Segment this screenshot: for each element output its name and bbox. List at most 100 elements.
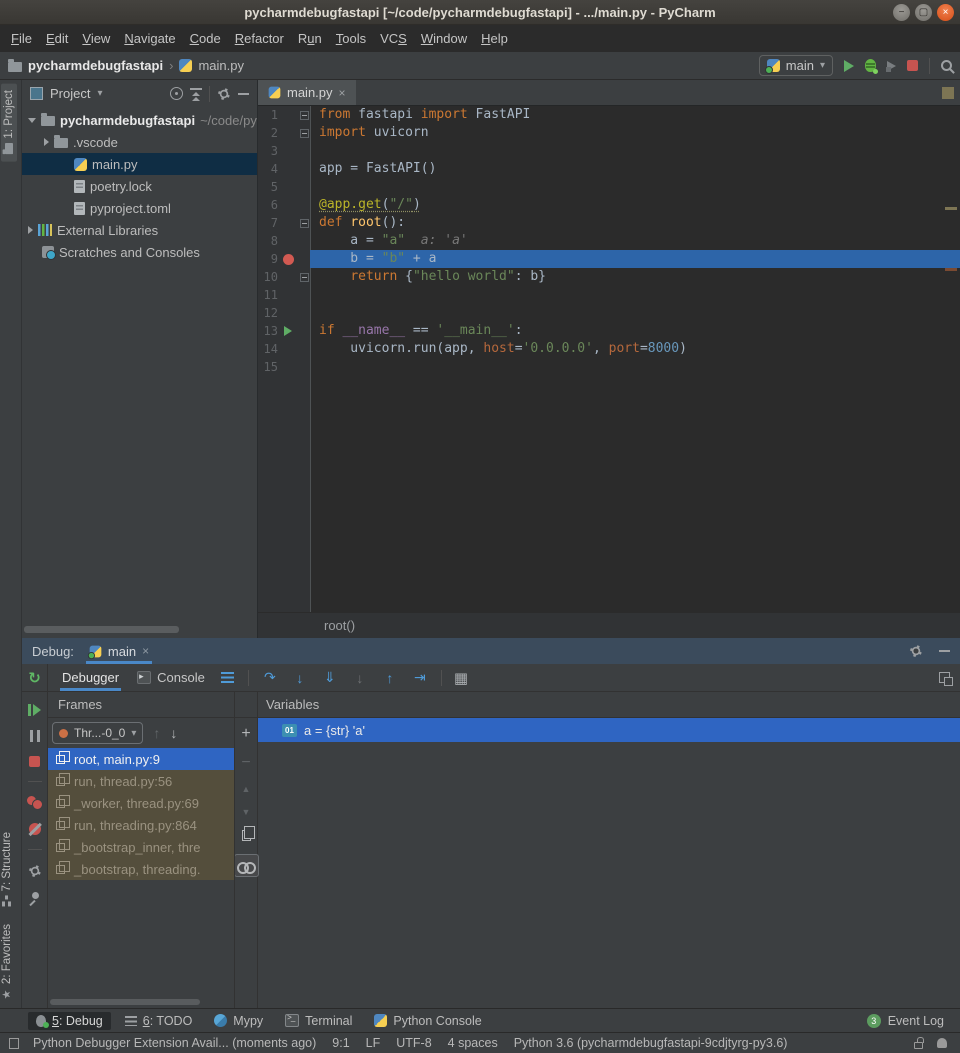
locate-file-icon[interactable]: [170, 87, 183, 100]
chevron-right-icon[interactable]: [44, 138, 49, 146]
line-number[interactable]: 7: [258, 216, 278, 230]
caret-position[interactable]: 9:1: [332, 1036, 349, 1050]
step-into-icon[interactable]: ↓: [291, 670, 309, 686]
chevron-down-icon[interactable]: ▾: [97, 88, 102, 99]
menu-item-view[interactable]: View: [75, 28, 117, 49]
frame-row-root-main-py-9[interactable]: root, main.py:9: [48, 748, 234, 770]
gear-icon[interactable]: [908, 643, 923, 658]
variable-row[interactable]: 01a = {str} 'a': [258, 718, 960, 742]
search-icon[interactable]: [941, 60, 952, 71]
editor-tab-main-py[interactable]: main.py ×: [258, 80, 356, 105]
view-breakpoints-icon[interactable]: [27, 796, 42, 809]
tree-item-pyproject-toml[interactable]: pyproject.toml: [22, 197, 257, 219]
mute-breakpoints-icon[interactable]: [29, 823, 41, 835]
code-line-7[interactable]: 7def root():: [258, 214, 960, 232]
threads-view-icon[interactable]: [221, 672, 234, 675]
menu-item-vcs[interactable]: VCS: [373, 28, 414, 49]
code-line-9[interactable]: 9 b = "b" + a: [258, 250, 960, 268]
run-line-icon[interactable]: [284, 326, 292, 336]
code-line-3[interactable]: 3: [258, 142, 960, 160]
frame-row-worker-thread-py-69[interactable]: _worker, thread.py:69: [48, 792, 234, 814]
code-line-4[interactable]: 4app = FastAPI(): [258, 160, 960, 178]
tab-console[interactable]: Console: [135, 664, 207, 691]
sidebar-item-structure[interactable]: 7: Structure: [1, 832, 13, 905]
thread-selector[interactable]: Thr...-0_0 ▾: [52, 722, 143, 744]
step-out-icon[interactable]: ↑: [381, 670, 399, 686]
project-horizontal-scrollbar[interactable]: [24, 626, 179, 633]
collapse-all-icon[interactable]: [190, 88, 202, 100]
gutter-line-3[interactable]: 3: [258, 142, 310, 160]
lock-icon[interactable]: [914, 1042, 923, 1049]
gutter-line-14[interactable]: 14: [258, 340, 310, 358]
line-number[interactable]: 5: [258, 180, 278, 194]
breadcrumb-project[interactable]: pycharmdebugfastapi: [28, 58, 163, 73]
toolwindow-button-python-console[interactable]: Python Console: [366, 1012, 489, 1030]
menu-item-file[interactable]: File: [4, 28, 39, 49]
resume-program-icon[interactable]: [28, 704, 41, 716]
menu-item-navigate[interactable]: Navigate: [117, 28, 182, 49]
interpreter-indicator[interactable]: Python 3.6 (pycharmdebugfastapi-9cdjtyrg…: [514, 1036, 788, 1050]
code-line-10[interactable]: 10 return {"hello world": b}: [258, 268, 960, 286]
run-to-cursor-icon[interactable]: ⇥: [411, 669, 429, 686]
breakpoint-stripe-mark[interactable]: [945, 268, 957, 271]
fold-icon[interactable]: [300, 129, 309, 138]
menu-item-window[interactable]: Window: [414, 28, 474, 49]
frame-row-run-threading-py-864[interactable]: run, threading.py:864: [48, 814, 234, 836]
menu-item-run[interactable]: Run: [291, 28, 329, 49]
frame-row-run-thread-py-56[interactable]: run, thread.py:56: [48, 770, 234, 792]
force-step-into-icon[interactable]: ↓: [351, 670, 369, 686]
tab-debugger[interactable]: Debugger: [60, 664, 121, 691]
gutter-line-15[interactable]: 15: [258, 358, 310, 376]
gutter-line-6[interactable]: 6: [258, 196, 310, 214]
inspections-profile-icon[interactable]: [937, 1038, 947, 1048]
frame-row-bootstrap-inner-thre[interactable]: _bootstrap_inner, thre: [48, 836, 234, 858]
fold-icon[interactable]: [300, 111, 309, 120]
menu-item-edit[interactable]: Edit: [39, 28, 75, 49]
stop-icon[interactable]: [29, 756, 40, 767]
code-line-14[interactable]: 14 uvicorn.run(app, host='0.0.0.0', port…: [258, 340, 960, 358]
gutter-line-8[interactable]: 8: [258, 232, 310, 250]
chevron-right-icon[interactable]: [28, 226, 33, 234]
line-number[interactable]: 14: [258, 342, 278, 356]
move-down-icon[interactable]: ▼: [242, 807, 251, 817]
toolwindow-button-terminal[interactable]: Terminal: [277, 1012, 360, 1030]
project-panel-title[interactable]: Project: [50, 86, 90, 101]
line-number[interactable]: 9: [258, 252, 278, 266]
gear-icon[interactable]: [27, 863, 42, 878]
code-line-13[interactable]: 13if __name__ == '__main__':: [258, 322, 960, 340]
code-line-11[interactable]: 11: [258, 286, 960, 304]
close-tab-icon[interactable]: ×: [339, 86, 346, 100]
debug-session-tab[interactable]: main ×: [86, 638, 152, 664]
code-line-6[interactable]: 6@app.get("/"): [258, 196, 960, 214]
line-number[interactable]: 13: [258, 324, 278, 338]
fold-icon[interactable]: [300, 219, 309, 228]
gutter-line-9[interactable]: 9: [258, 250, 310, 268]
hide-panel-icon[interactable]: [939, 650, 950, 652]
pin-icon[interactable]: [29, 892, 41, 904]
debug-button[interactable]: [865, 59, 876, 72]
line-number[interactable]: 1: [258, 108, 278, 122]
show-watches-toggle[interactable]: [234, 854, 259, 877]
code-line-8[interactable]: 8 a = "a" a: 'a': [258, 232, 960, 250]
inspection-indicator[interactable]: [942, 87, 954, 99]
line-number[interactable]: 6: [258, 198, 278, 212]
editor-breadcrumb-scope[interactable]: root(): [258, 612, 960, 638]
menu-item-code[interactable]: Code: [183, 28, 228, 49]
gutter-line-1[interactable]: 1: [258, 106, 310, 124]
menu-item-refactor[interactable]: Refactor: [228, 28, 291, 49]
remove-watch-icon[interactable]: −: [241, 755, 250, 771]
breadcrumb-file[interactable]: main.py: [198, 58, 244, 73]
gutter-line-5[interactable]: 5: [258, 178, 310, 196]
tree-item-main-py[interactable]: main.py: [22, 153, 257, 175]
gutter-line-4[interactable]: 4: [258, 160, 310, 178]
line-number[interactable]: 4: [258, 162, 278, 176]
pause-program-icon[interactable]: [30, 730, 40, 742]
code-line-12[interactable]: 12: [258, 304, 960, 322]
line-number[interactable]: 8: [258, 234, 278, 248]
restore-layout-icon[interactable]: [939, 672, 950, 683]
hide-panel-icon[interactable]: [238, 93, 249, 95]
step-into-my-code-icon[interactable]: ⇓: [321, 669, 339, 686]
run-button[interactable]: [844, 60, 854, 72]
previous-frame-icon[interactable]: ↑: [153, 725, 160, 741]
stop-button[interactable]: [907, 60, 918, 71]
